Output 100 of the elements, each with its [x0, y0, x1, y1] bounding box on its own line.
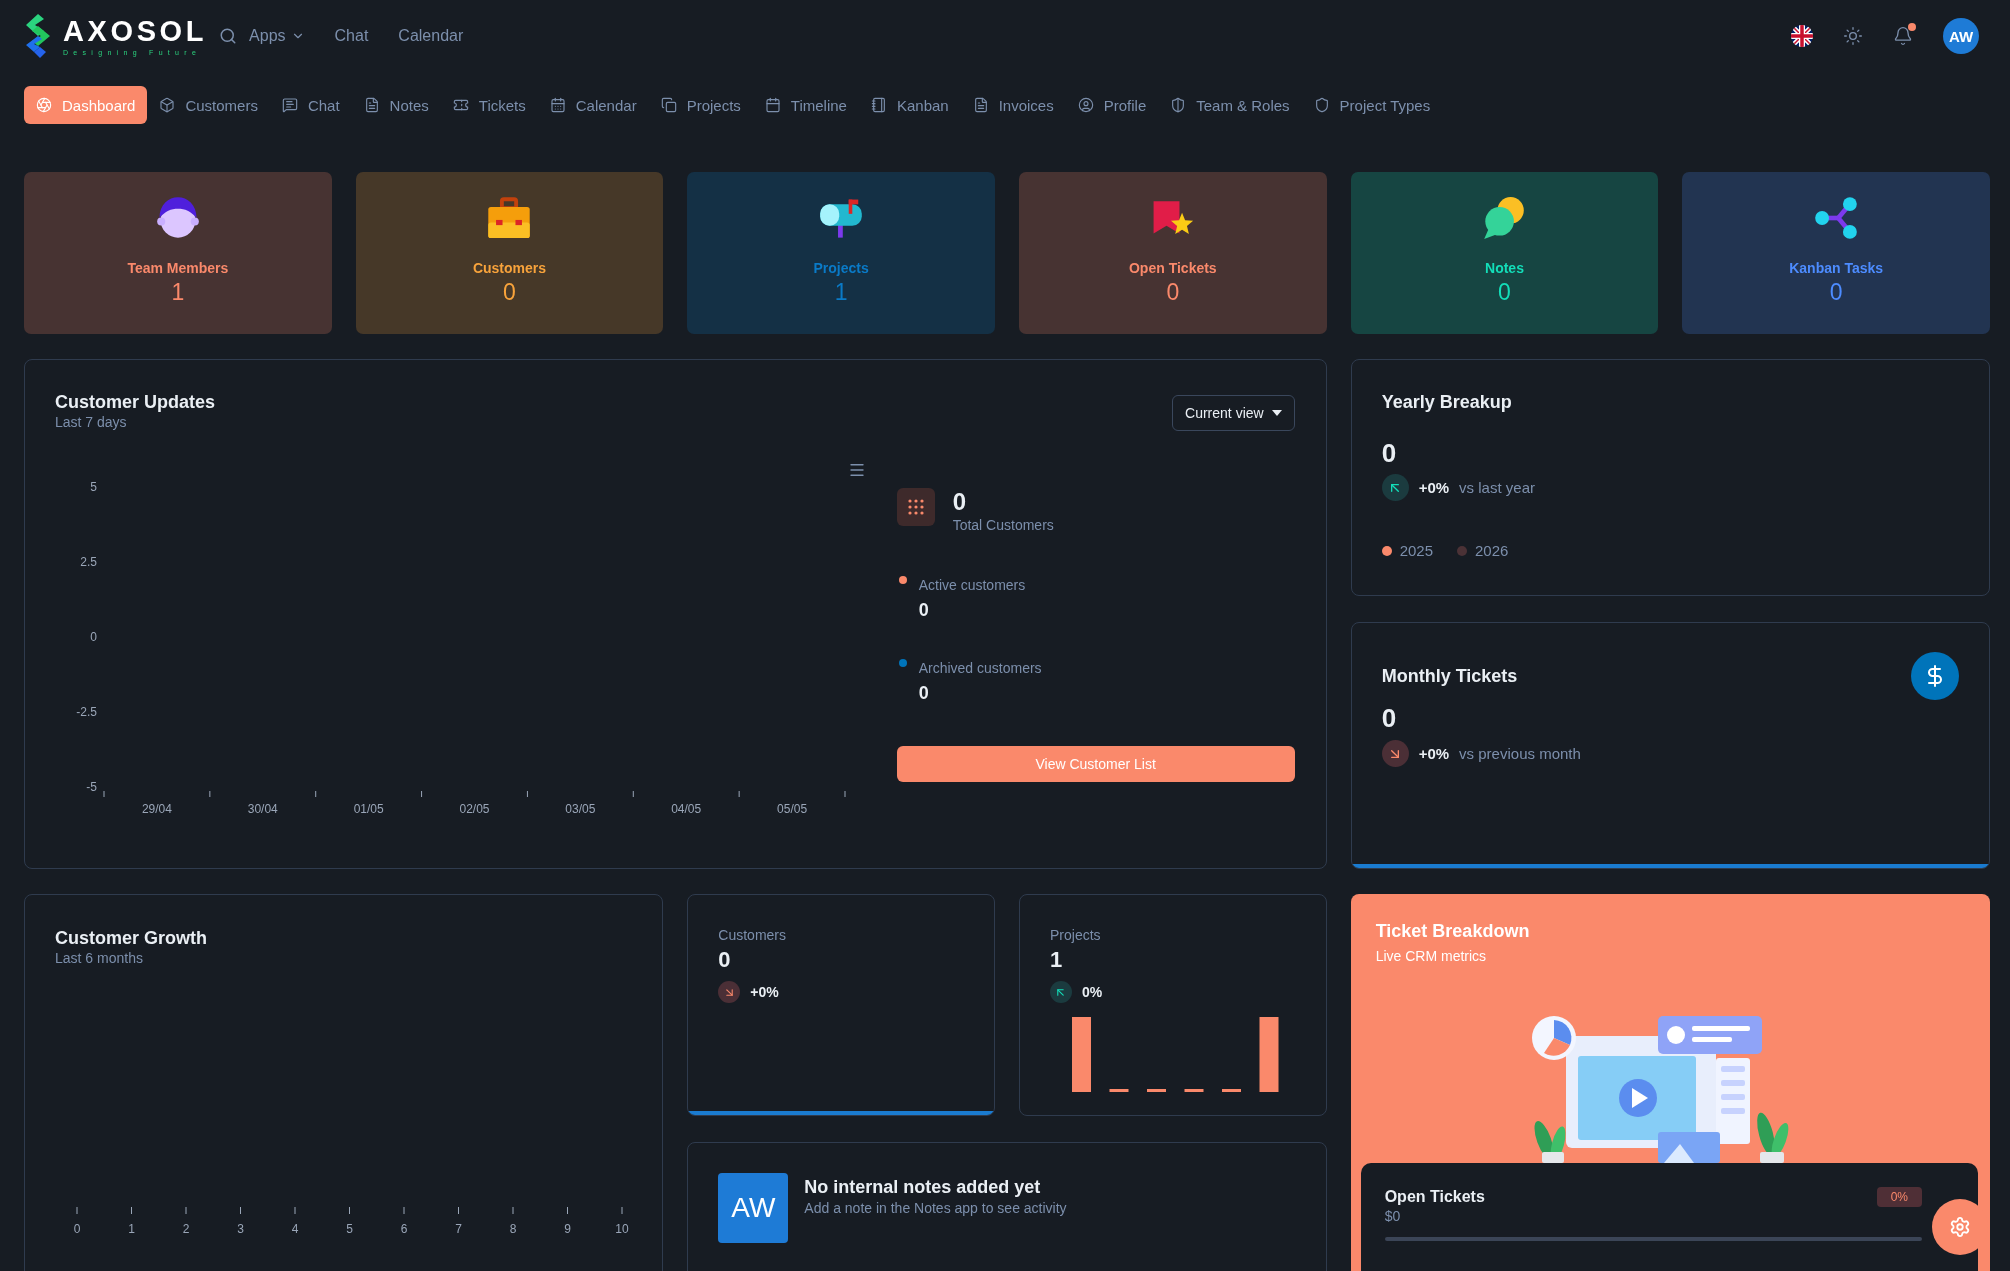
settings-icon	[1949, 1216, 1971, 1238]
user-avatar[interactable]: AW	[1943, 18, 1979, 54]
axis-label: 6	[400, 1222, 408, 1237]
aperture-icon	[36, 97, 52, 113]
grid-icon	[896, 488, 935, 526]
brand-name: AXOSOL	[63, 16, 208, 46]
stat-label: Projects	[813, 259, 869, 277]
user-avatar: AW	[718, 1173, 789, 1243]
axis-label: 02/05	[459, 802, 490, 817]
card-subtitle: Last 7 days	[55, 413, 128, 431]
axis-label: 01/05	[353, 802, 384, 817]
legend-value: 0	[918, 682, 930, 704]
calendar-icon	[549, 97, 566, 113]
chart-bar	[1184, 1089, 1204, 1092]
document-icon	[972, 97, 989, 113]
axis-label: -5	[86, 780, 97, 795]
chat-bubbles-icon	[1482, 196, 1527, 240]
stat-label: Notes	[1485, 259, 1524, 277]
stat-value: 0	[1166, 279, 1180, 305]
axis-label: 2	[182, 1222, 190, 1237]
stat-label: Kanban Tasks	[1789, 259, 1884, 277]
legend-label: Active customers	[918, 576, 1026, 594]
bell-icon[interactable]	[1893, 26, 1913, 46]
message-icon	[281, 97, 298, 113]
cube-icon	[159, 97, 176, 113]
change-value: +0%	[750, 984, 779, 1000]
comparison-text: vs last year	[1459, 479, 1535, 496]
axis-label: 8	[509, 1222, 517, 1237]
card-title: Yearly Breakup	[1381, 391, 1513, 413]
axis-label: 4	[291, 1222, 299, 1237]
shield-icon	[1170, 97, 1187, 113]
card-label: Customers	[718, 926, 787, 944]
user-circle-icon	[1077, 97, 1094, 113]
axis-label: 7	[455, 1222, 462, 1237]
stat-value: 0	[1829, 279, 1843, 305]
ticket-icon	[452, 97, 469, 113]
nav-tab[interactable]: Chat	[269, 86, 352, 124]
change-value: +0%	[1418, 479, 1450, 496]
stat-value: 1	[171, 279, 185, 305]
share-nodes-icon	[1814, 196, 1859, 240]
axis-label: 0	[73, 1222, 81, 1237]
nav-tab[interactable]: Project Types	[1301, 86, 1443, 124]
nav-tab[interactable]: Notes	[351, 86, 441, 124]
axis-label: 30/04	[247, 802, 278, 817]
stat-value: 0	[1498, 279, 1511, 305]
briefcase-icon	[487, 196, 532, 240]
caret-down-icon	[1271, 410, 1282, 416]
axis-label: 05/05	[777, 802, 808, 817]
stat-label: Customers	[472, 259, 547, 277]
top-link[interactable]: Chat	[334, 27, 369, 45]
dollar-icon	[1911, 652, 1959, 700]
card-subtitle: Last 6 months	[55, 949, 144, 967]
nav-tab[interactable]: Tickets	[440, 86, 538, 124]
ticket-label: Open Tickets	[1384, 1187, 1485, 1207]
card-title: Customer Growth	[55, 927, 208, 949]
change-value: +0%	[1418, 745, 1450, 762]
nav-tab[interactable]: Calendar	[537, 86, 649, 124]
card-title: Customer Updates	[55, 391, 216, 413]
stat-value: 1	[834, 279, 848, 305]
axis-label: 29/04	[141, 802, 172, 817]
percent-badge: 0%	[1876, 1187, 1922, 1207]
nav-tab[interactable]: Projects	[648, 86, 753, 124]
legend-label: Archived customers	[918, 659, 1042, 677]
axis-label: 2.5	[80, 555, 97, 570]
axis-label: 03/05	[565, 802, 596, 817]
card-value: 1	[1050, 947, 1064, 973]
axis-label: 5	[346, 1222, 353, 1237]
axis-label: 9	[564, 1222, 571, 1237]
empty-state-message: Add a note in the Notes app to see activity	[804, 1199, 1067, 1217]
card-value: 0	[718, 947, 732, 973]
shield-icon	[1313, 97, 1330, 113]
total-value: 0	[952, 488, 967, 516]
nav-tab[interactable]: Team & Roles	[1158, 86, 1302, 124]
flag-icon[interactable]	[1791, 25, 1813, 47]
nav-tab[interactable]: Profile	[1065, 86, 1159, 124]
stat-value: 0	[503, 279, 516, 305]
nav-tab[interactable]: Customers	[147, 86, 270, 124]
comparison-text: vs previous month	[1459, 745, 1581, 762]
axis-label: 04/05	[671, 802, 702, 817]
ticket-amount: $0	[1384, 1207, 1402, 1225]
top-link[interactable]: Apps	[249, 27, 305, 45]
card-value: 0	[1381, 703, 1398, 733]
view-dropdown[interactable]: Current view	[1172, 395, 1295, 431]
axis-label: 0	[90, 630, 97, 645]
copy-icon	[660, 97, 677, 113]
axis-label: 10	[615, 1222, 629, 1237]
nav-tab[interactable]: Invoices	[960, 86, 1066, 124]
legend-value: 0	[918, 599, 930, 621]
menu-icon[interactable]	[848, 461, 866, 479]
chart-bar	[1222, 1089, 1241, 1092]
search-icon[interactable]	[219, 27, 238, 45]
card-subtitle: Live CRM metrics	[1375, 947, 1488, 965]
empty-state-title: No internal notes added yet	[804, 1176, 1042, 1199]
top-link[interactable]: Calendar	[398, 27, 464, 45]
card-value: 0	[1381, 438, 1398, 468]
person-icon	[155, 196, 200, 240]
total-label: Total Customers	[952, 516, 1054, 534]
sun-icon[interactable]	[1843, 26, 1863, 46]
nav-tab[interactable]: Kanban	[858, 86, 961, 124]
nav-tab[interactable]: Timeline	[752, 86, 859, 124]
